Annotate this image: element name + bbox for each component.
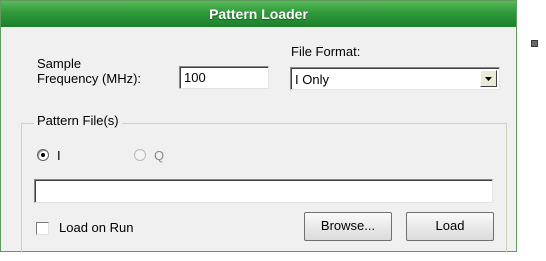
load-on-run-checkbox[interactable] xyxy=(36,222,49,235)
dropdown-button[interactable] xyxy=(480,70,497,87)
load-on-run-label[interactable]: Load on Run xyxy=(59,220,133,235)
pattern-loader-panel: Pattern Loader Sample Frequency (MHz): 1… xyxy=(0,0,517,252)
chevron-down-icon xyxy=(485,77,492,81)
scroll-nub-icon xyxy=(531,40,538,47)
radio-i[interactable] xyxy=(37,149,49,161)
sample-frequency-label-line1: Sample xyxy=(37,56,82,71)
file-format-value: I Only xyxy=(295,72,329,87)
radio-selected-dot-icon xyxy=(41,153,45,157)
pattern-files-legend: Pattern File(s) xyxy=(34,113,122,128)
sample-frequency-label-line2: Frequency (MHz): xyxy=(37,71,142,86)
file-format-select[interactable]: I Only xyxy=(290,67,500,90)
file-format-label: File Format: xyxy=(291,44,361,59)
radio-i-label[interactable]: I xyxy=(57,148,61,163)
panel-title: Pattern Loader xyxy=(1,1,516,27)
pattern-file-path-input[interactable] xyxy=(34,179,493,203)
load-button[interactable]: Load xyxy=(406,212,494,241)
radio-q-label[interactable]: Q xyxy=(154,148,164,163)
browse-button[interactable]: Browse... xyxy=(304,212,392,241)
sample-frequency-input[interactable]: 100 xyxy=(179,66,269,89)
radio-q[interactable] xyxy=(134,149,146,161)
